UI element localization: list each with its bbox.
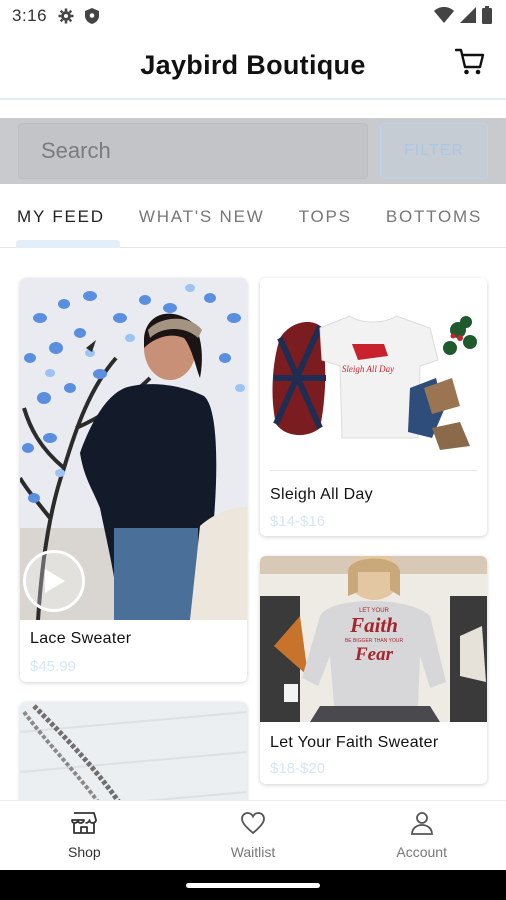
search-bar: Search FILTER	[0, 118, 506, 184]
nav-shop[interactable]: Shop	[0, 801, 169, 870]
status-right-icons	[434, 6, 492, 29]
battery-icon	[482, 6, 492, 29]
product-feed: Lace Sweater $45.99 Sleigh All Day Sleig…	[0, 248, 506, 800]
nav-account[interactable]: Account	[337, 801, 506, 870]
product-price: $45.99	[30, 658, 76, 675]
product-card-let-your-faith-sweater[interactable]: LET YOUR Faith BE BIGGER THAN YOUR Fear …	[260, 556, 487, 784]
product-card-necklace[interactable]	[20, 702, 247, 800]
app-header: Jaybird Boutique	[0, 32, 506, 100]
nav-label: Waitlist	[230, 844, 276, 860]
cart-icon	[454, 48, 485, 81]
signal-icon	[460, 7, 476, 28]
status-bar: 3:16	[0, 0, 506, 32]
heart-icon	[240, 811, 266, 838]
product-name: Lace Sweater	[30, 630, 132, 647]
category-tabs: MY FEED WHAT'S NEW TOPS BOTTOMS	[0, 186, 506, 248]
status-time: 3:16	[12, 6, 48, 25]
filter-button[interactable]: FILTER	[380, 123, 488, 179]
nav-label: Shop	[67, 844, 101, 860]
home-gesture-handle[interactable]	[186, 883, 320, 888]
product-name: Let Your Faith Sweater	[270, 734, 439, 751]
play-icon	[45, 569, 65, 593]
gear-icon	[57, 7, 75, 25]
nav-waitlist[interactable]: Waitlist	[169, 801, 338, 870]
tab-tops[interactable]: TOPS	[282, 186, 369, 248]
product-image-sleigh-all-day: Sleigh All Day	[260, 278, 487, 472]
product-name: Sleigh All Day	[270, 486, 373, 503]
product-card-lace-sweater[interactable]: Lace Sweater $45.99	[20, 278, 247, 682]
product-image-let-your-faith-sweater: LET YOUR Faith BE BIGGER THAN YOUR Fear	[260, 556, 487, 722]
person-icon	[409, 811, 435, 838]
tab-bottoms[interactable]: BOTTOMS	[369, 186, 499, 248]
wifi-icon	[434, 7, 454, 28]
product-image-necklace	[20, 702, 247, 800]
search-input[interactable]: Search	[18, 123, 368, 179]
system-navigation-bar	[0, 870, 506, 900]
shield-icon	[83, 7, 101, 25]
sweater-art-line4: Fear	[354, 644, 394, 665]
shirt-art-text: Sleigh All Day	[342, 364, 394, 374]
tab-whats-new[interactable]: WHAT'S NEW	[122, 186, 282, 248]
app-screen: 3:16 Jaybird Boutique Search FILTER MY F…	[0, 0, 506, 900]
nav-label: Account	[396, 844, 447, 860]
page-title: Jaybird Boutique	[140, 49, 366, 80]
product-card-sleigh-all-day[interactable]: Sleigh All Day Sleigh All Day $14-$16	[260, 278, 487, 536]
product-price: $18-$20	[270, 760, 326, 777]
cart-button[interactable]	[454, 48, 486, 80]
sweater-art-line2: Faith	[349, 613, 398, 637]
product-price: $14-$16	[270, 513, 326, 530]
play-video-button[interactable]	[23, 550, 85, 612]
tab-my-feed[interactable]: MY FEED	[0, 186, 122, 248]
store-icon	[71, 811, 98, 838]
bottom-navigation: Shop Waitlist Account	[0, 800, 506, 870]
